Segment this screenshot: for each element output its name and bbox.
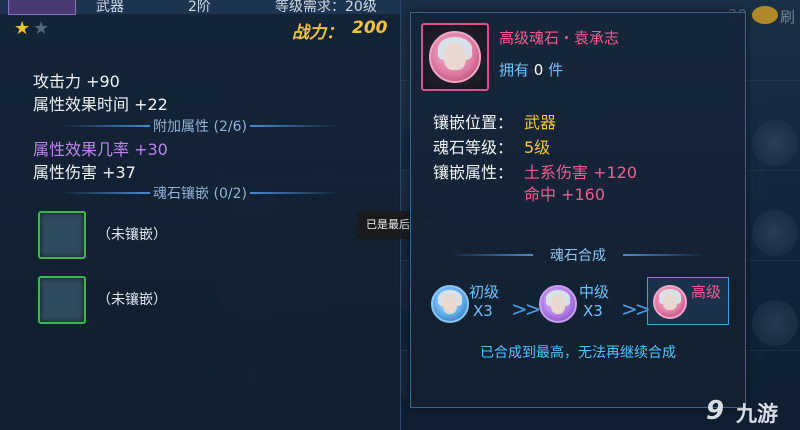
intermediate-soul-stone-icon[interactable] xyxy=(539,285,577,323)
tier-2-count: X3 xyxy=(583,302,603,320)
background-orb xyxy=(752,300,798,346)
stat-effect-chance: 属性效果几率 +30 xyxy=(33,140,168,159)
stat-attribute-damage: 属性伤害 +37 xyxy=(33,163,136,182)
star-filled-icon: ★ xyxy=(14,18,31,39)
synthesis-header: 魂石合成 xyxy=(451,245,705,264)
slot-1-label: （未镶嵌） xyxy=(97,227,167,243)
advanced-soul-stone-icon xyxy=(653,285,687,319)
item-info-panel: 武器 2阶 等级需求：20级 ★ ★ 战力： 200 攻击力 +90 属性效果时… xyxy=(0,0,401,430)
logo-text: 九游 xyxy=(736,402,778,426)
tier-2-name: 中级 xyxy=(579,283,610,301)
tier-3-name: 高级 xyxy=(691,283,722,301)
level-value: 5级 xyxy=(524,138,551,157)
primary-soul-stone-icon[interactable] xyxy=(431,285,469,323)
background-orb xyxy=(752,210,798,256)
arrow-right-icon: >> xyxy=(511,297,541,321)
extra-attributes-title: 附加属性 (2/6) xyxy=(153,119,247,135)
tier-1-count: X3 xyxy=(473,302,493,320)
attribute-value-1: 土系伤害 +120 xyxy=(524,163,638,182)
stat-attack: 攻击力 +90 xyxy=(33,72,120,91)
refresh-label[interactable]: 刷 xyxy=(780,6,795,27)
position-value: 武器 xyxy=(524,113,557,132)
soul-stone-slot-2[interactable] xyxy=(38,276,86,324)
power-label: 战力： xyxy=(292,23,343,43)
power-value: 200 xyxy=(352,18,388,38)
position-label: 镶嵌位置： xyxy=(433,113,514,132)
item-type: 武器 xyxy=(96,0,124,15)
background-orb xyxy=(752,120,798,166)
level-label: 魂石等级： xyxy=(433,138,514,157)
synthesis-title: 魂石合成 xyxy=(550,248,606,264)
attribute-label: 镶嵌属性： xyxy=(433,163,514,182)
soul-stone-portrait-icon xyxy=(429,31,481,83)
soul-stone-portrait-frame xyxy=(421,23,489,91)
tier-1-name: 初级 xyxy=(469,283,500,301)
soul-stone-detail-panel: 高级魂石・袁承志 拥有 0 件 镶嵌位置： 武器 魂石等级： 5级 镶嵌属性： … xyxy=(410,12,746,408)
level-requirement: 等级需求：20级 xyxy=(275,0,377,15)
arrow-right-icon: >> xyxy=(621,297,651,321)
attribute-value-2: 命中 +160 xyxy=(524,185,606,204)
item-stage: 2阶 xyxy=(188,0,211,15)
star-empty-icon: ★ xyxy=(33,18,50,39)
item-thumbnail xyxy=(8,0,76,15)
coin-icon xyxy=(752,6,778,24)
logo-mark-icon: 9 xyxy=(706,396,725,426)
soul-stone-title: 高级魂石・袁承志 xyxy=(499,29,620,47)
slot-2-label: （未镶嵌） xyxy=(97,292,167,308)
stat-effect-time: 属性效果时间 +22 xyxy=(33,95,168,114)
synthesis-max-note: 已合成到最高，无法再继续合成 xyxy=(480,345,676,361)
soul-stone-slot-1[interactable] xyxy=(38,211,86,259)
soul-stone-title: 魂石镶嵌 (0/2) xyxy=(153,186,247,202)
owned-count: 拥有 0 件 xyxy=(499,61,564,79)
soul-stone-header: 魂石镶嵌 (0/2) xyxy=(60,183,340,202)
extra-attributes-header: 附加属性 (2/6) xyxy=(60,116,340,135)
